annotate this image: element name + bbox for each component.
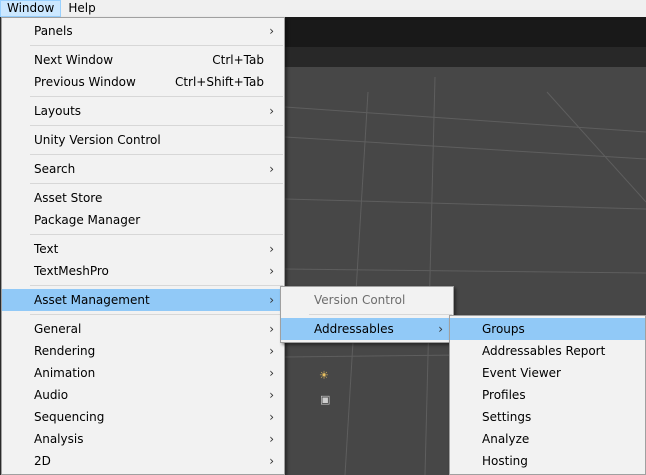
menu-item-profiles[interactable]: Profiles xyxy=(450,384,645,406)
submenu-arrow-icon: › xyxy=(269,388,274,402)
menu-item-label: Settings xyxy=(482,410,532,424)
menu-item-version-control: Version Control xyxy=(281,289,453,311)
separator xyxy=(30,96,283,97)
shortcut-label: Ctrl+Tab xyxy=(212,53,264,67)
submenu-arrow-icon: › xyxy=(269,454,274,468)
menu-item-label: Text xyxy=(34,242,59,256)
menu-item-label: Hosting xyxy=(482,454,528,468)
menu-item-textmeshpro[interactable]: TextMeshPro › xyxy=(2,260,284,282)
menu-help[interactable]: Help xyxy=(61,0,102,17)
light-gizmo-icon[interactable]: ☀ xyxy=(319,369,329,382)
menu-item-text[interactable]: Text › xyxy=(2,238,284,260)
submenu-arrow-icon: › xyxy=(269,104,274,118)
menu-item-label: Animation xyxy=(34,366,96,380)
menu-item-unity-version-control[interactable]: Unity Version Control xyxy=(2,129,284,151)
menu-item-settings[interactable]: Settings xyxy=(450,406,645,428)
menu-item-layouts[interactable]: Layouts › xyxy=(2,100,284,122)
menu-item-addressables-report[interactable]: Addressables Report xyxy=(450,340,645,362)
menu-item-label: Next Window xyxy=(34,53,114,67)
menu-window[interactable]: Window xyxy=(0,0,62,17)
menu-item-label: Previous Window xyxy=(34,75,136,89)
menu-item-label: 2D xyxy=(34,454,51,468)
addressables-submenu: Groups Addressables Report Event Viewer … xyxy=(449,315,646,475)
menu-item-label: Groups xyxy=(482,322,525,336)
menu-item-label: Search xyxy=(34,162,76,176)
menu-item-label: Addressables xyxy=(314,322,394,336)
separator xyxy=(30,45,283,46)
menu-item-analyze[interactable]: Analyze xyxy=(450,428,645,450)
menu-item-asset-store[interactable]: Asset Store xyxy=(2,187,284,209)
separator xyxy=(30,314,283,315)
submenu-arrow-icon: › xyxy=(438,322,443,336)
submenu-arrow-icon: › xyxy=(269,410,274,424)
submenu-arrow-icon: › xyxy=(269,162,274,176)
menu-item-label: Asset Management xyxy=(34,293,150,307)
submenu-arrow-icon: › xyxy=(269,344,274,358)
menu-item-label: Audio xyxy=(34,388,69,402)
menu-item-audio[interactable]: Audio › xyxy=(2,384,284,406)
menu-item-label: General xyxy=(34,322,82,336)
menu-item-event-viewer[interactable]: Event Viewer xyxy=(450,362,645,384)
menu-item-next-window[interactable]: Next Window Ctrl+Tab xyxy=(2,49,284,71)
separator xyxy=(30,234,283,235)
submenu-arrow-icon: › xyxy=(269,432,274,446)
submenu-arrow-icon: › xyxy=(269,366,274,380)
menu-item-label: Profiles xyxy=(482,388,526,402)
menu-item-label: Panels xyxy=(34,24,73,38)
shortcut-label: Ctrl+Shift+Tab xyxy=(174,75,264,89)
menu-item-package-manager[interactable]: Package Manager xyxy=(2,209,284,231)
menu-item-addressables[interactable]: Addressables › xyxy=(281,318,453,340)
separator xyxy=(309,314,452,315)
menu-item-sequencing[interactable]: Sequencing › xyxy=(2,406,284,428)
menu-item-rendering[interactable]: Rendering › xyxy=(2,340,284,362)
menu-item-label: Rendering xyxy=(34,344,96,358)
menu-item-animation[interactable]: Animation › xyxy=(2,362,284,384)
camera-gizmo-icon[interactable]: ▣ xyxy=(320,393,330,406)
menu-item-label: Unity Version Control xyxy=(34,133,161,147)
menu-item-panels[interactable]: Panels › xyxy=(2,20,284,42)
separator xyxy=(30,154,283,155)
menu-item-general[interactable]: General › xyxy=(2,318,284,340)
menu-item-label: Analyze xyxy=(482,432,530,446)
menu-item-hosting[interactable]: Hosting xyxy=(450,450,645,472)
menu-bar: Window Help xyxy=(0,0,646,17)
separator xyxy=(30,285,283,286)
menu-item-search[interactable]: Search › xyxy=(2,158,284,180)
menu-item-label: Addressables Report xyxy=(482,344,606,358)
menu-item-2d[interactable]: 2D › xyxy=(2,450,284,472)
menu-item-label: TextMeshPro xyxy=(34,264,109,278)
menu-item-asset-management[interactable]: Asset Management › xyxy=(2,289,284,311)
separator xyxy=(30,125,283,126)
menu-item-label: Event Viewer xyxy=(482,366,561,380)
asset-management-submenu: Version Control Addressables › xyxy=(280,286,454,343)
submenu-arrow-icon: › xyxy=(269,322,274,336)
window-menu: Panels › Next Window Ctrl+Tab Previous W… xyxy=(1,17,285,475)
submenu-arrow-icon: › xyxy=(269,264,274,278)
menu-item-label: Package Manager xyxy=(34,213,141,227)
submenu-arrow-icon: › xyxy=(269,24,274,38)
menu-item-analysis[interactable]: Analysis › xyxy=(2,428,284,450)
menu-item-label: Layouts xyxy=(34,104,82,118)
menu-item-label: Asset Store xyxy=(34,191,103,205)
submenu-arrow-icon: › xyxy=(269,242,274,256)
menu-item-groups[interactable]: Groups xyxy=(450,318,645,340)
menu-item-label: Version Control xyxy=(314,293,406,307)
menu-item-label: Analysis xyxy=(34,432,84,446)
menu-item-label: Sequencing xyxy=(34,410,105,424)
separator xyxy=(30,183,283,184)
submenu-arrow-icon: › xyxy=(269,293,274,307)
menu-item-previous-window[interactable]: Previous Window Ctrl+Shift+Tab xyxy=(2,71,284,93)
